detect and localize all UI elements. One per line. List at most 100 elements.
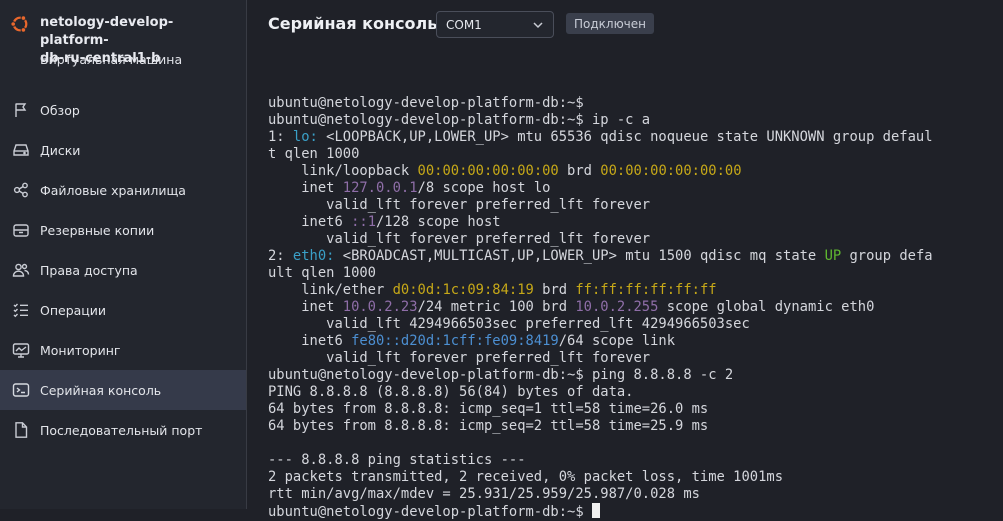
terminal-segment: brd [533, 282, 576, 298]
sidebar-item-label: Права доступа [40, 262, 138, 278]
terminal-segment: <LOOPBACK,UP,LOWER_UP> mtu 65536 qdisc n… [317, 129, 933, 145]
terminal-segment: --- 8.8.8.8 ping statistics --- [268, 452, 526, 468]
terminal-line: ubuntu@netology-develop-platform-db:~$ i… [268, 112, 933, 129]
terminal-line: --- 8.8.8.8 ping statistics --- [268, 452, 933, 469]
terminal-line: inet6 ::1/128 scope host [268, 214, 933, 231]
sidebar-item-label: Мониторинг [40, 342, 121, 358]
terminal-line: 64 bytes from 8.8.8.8: icmp_seq=2 ttl=58… [268, 418, 933, 435]
terminal-segment: inet [268, 299, 343, 315]
console-icon [12, 381, 30, 399]
port-select-value: COM1 [446, 17, 482, 32]
sidebar-item-label: Диски [40, 142, 81, 158]
terminal-line: t qlen 1000 [268, 146, 933, 163]
users-icon [12, 261, 30, 279]
sidebar-item-access[interactable]: Права доступа [0, 250, 246, 290]
main-content: Серийная консоль COM1 Подключен ubuntu@n… [248, 0, 1003, 520]
terminal-line: 2: eth0: <BROADCAST,MULTICAST,UP,LOWER_U… [268, 248, 933, 265]
terminal-segment: 64 bytes from 8.8.8.8: icmp_seq=1 ttl=58… [268, 401, 709, 417]
sidebar-item-label: Операции [40, 302, 107, 318]
sidebar: netology-develop-platform- db-ru-central… [0, 0, 247, 509]
sidebar-item-backups[interactable]: Резервные копии [0, 210, 246, 250]
terminal-segment: <BROADCAST,MULTICAST,UP,LOWER_UP> mtu 15… [334, 248, 825, 264]
terminal-segment: 10.0.2.23 [342, 299, 418, 315]
terminal-segment: ubuntu@netology-develop-platform-db:~$ [268, 504, 592, 520]
terminal-segment: eth0: [292, 248, 335, 264]
sidebar-item-disks[interactable]: Диски [0, 130, 246, 170]
terminal-segment: /128 scope host [376, 214, 501, 230]
ubuntu-logo-icon [10, 14, 30, 34]
terminal-segment: brd [558, 163, 601, 179]
terminal-segment: ubuntu@netology-develop-platform-db:~$ p… [268, 367, 734, 383]
sidebar-item-file-storage[interactable]: Файловые хранилища [0, 170, 246, 210]
terminal-line: valid_lft forever preferred_lft forever [268, 350, 933, 367]
terminal-segment: link/loopback [268, 163, 418, 179]
terminal-segment: /8 scope host lo [417, 180, 551, 196]
sidebar-item-label: Последовательный порт [40, 422, 203, 438]
disk-icon [12, 141, 30, 159]
terminal-segment: inet6 [268, 214, 352, 230]
terminal-segment: ubuntu@netology-develop-platform-db:~$ i… [268, 112, 651, 128]
sidebar-item-label: Файловые хранилища [40, 182, 186, 198]
sidebar-item-label: Резервные копии [40, 222, 155, 238]
terminal-segment: link/ether [268, 282, 393, 298]
vm-header: netology-develop-platform- db-ru-central… [0, 0, 246, 86]
terminal-segment: ult qlen 1000 [268, 265, 376, 281]
sidebar-item-label: Серийная консоль [40, 382, 162, 398]
sidebar-item-operations[interactable]: Операции [0, 290, 246, 330]
terminal-segment: 1: [268, 129, 293, 145]
terminal-segment: fe80::d20d:1cff:fe09:8419 [351, 333, 559, 349]
terminal-segment: rtt min/avg/max/mdev = 25.931/25.959/25.… [268, 486, 700, 502]
sidebar-item-monitoring[interactable]: Мониторинг [0, 330, 246, 370]
terminal-line: inet 127.0.0.1/8 scope host lo [268, 180, 933, 197]
terminal-segment: PING 8.8.8.8 (8.8.8.8) 56(84) bytes of d… [268, 384, 634, 400]
port-select[interactable]: COM1 [436, 11, 554, 38]
terminal-line: ubuntu@netology-develop-platform-db:~$ p… [268, 367, 933, 384]
terminal-line: PING 8.8.8.8 (8.8.8.8) 56(84) bytes of d… [268, 384, 933, 401]
vm-subtitle: Виртуальная машина [40, 52, 183, 67]
page-title: Серийная консоль [268, 14, 438, 33]
sidebar-item-serial-console[interactable]: Серийная консоль [0, 370, 246, 410]
sidebar-item-overview[interactable]: Обзор [0, 90, 246, 130]
terminal-segment: scope global dynamic eth0 [658, 299, 875, 315]
terminal-line: inet 10.0.2.23/24 metric 100 brd 10.0.2.… [268, 299, 933, 316]
terminal-segment: 00:00:00:00:00:00 [417, 163, 559, 179]
terminal-segment: inet6 [268, 333, 352, 349]
terminal-segment: UP [824, 248, 842, 264]
terminal-line: inet6 fe80::d20d:1cff:fe09:8419/64 scope… [268, 333, 933, 350]
terminal-line: 1: lo: <LOOPBACK,UP,LOWER_UP> mtu 65536 … [268, 129, 933, 146]
sidebar-nav: Обзор Диски Файловые хранилища Резервные… [0, 90, 246, 450]
list-check-icon [12, 301, 30, 319]
terminal-segment: valid_lft forever preferred_lft forever [268, 350, 651, 366]
sidebar-item-serial-port[interactable]: Последовательный порт [0, 410, 246, 450]
terminal-segment: ff:ff:ff:ff:ff:ff [575, 282, 717, 298]
terminal-segment: 127.0.0.1 [342, 180, 418, 196]
status-badge: Подключен [566, 13, 654, 34]
flag-icon [12, 101, 30, 119]
terminal-line: link/loopback 00:00:00:00:00:00 brd 00:0… [268, 163, 933, 180]
file-storage-icon [12, 181, 30, 199]
backup-icon [12, 221, 30, 239]
terminal-line: ult qlen 1000 [268, 265, 933, 282]
terminal-segment: valid_lft forever preferred_lft forever [268, 197, 651, 213]
terminal-segment: /24 metric 100 brd [417, 299, 576, 315]
terminal-line: valid_lft forever preferred_lft forever [268, 231, 933, 248]
terminal-output[interactable]: ubuntu@netology-develop-platform-db:~$ ub… [268, 78, 933, 520]
terminal-segment: lo: [292, 129, 318, 145]
terminal-segment: 2 packets transmitted, 2 received, 0% pa… [268, 469, 783, 485]
terminal-segment: 64 bytes from 8.8.8.8: icmp_seq=2 ttl=58… [268, 418, 709, 434]
terminal-segment: d0:0d:1c:09:84:19 [392, 282, 534, 298]
terminal-line: ubuntu@netology-develop-platform-db:~$ [268, 503, 933, 520]
terminal-segment: valid_lft forever preferred_lft forever [268, 231, 651, 247]
terminal-line: link/ether d0:0d:1c:09:84:19 brd ff:ff:f… [268, 282, 933, 299]
terminal-segment: 2: [268, 248, 293, 264]
monitor-icon [12, 341, 30, 359]
terminal-segment: 10.0.2.255 [575, 299, 659, 315]
terminal-segment: t qlen 1000 [268, 146, 360, 162]
terminal-segment: valid_lft 4294966503sec preferred_lft 42… [268, 316, 750, 332]
terminal-cursor [591, 503, 600, 518]
vm-title-line1: netology-develop-platform- [40, 15, 174, 48]
terminal-line: ubuntu@netology-develop-platform-db:~$ [268, 95, 933, 112]
terminal-line: valid_lft 4294966503sec preferred_lft 42… [268, 316, 933, 333]
